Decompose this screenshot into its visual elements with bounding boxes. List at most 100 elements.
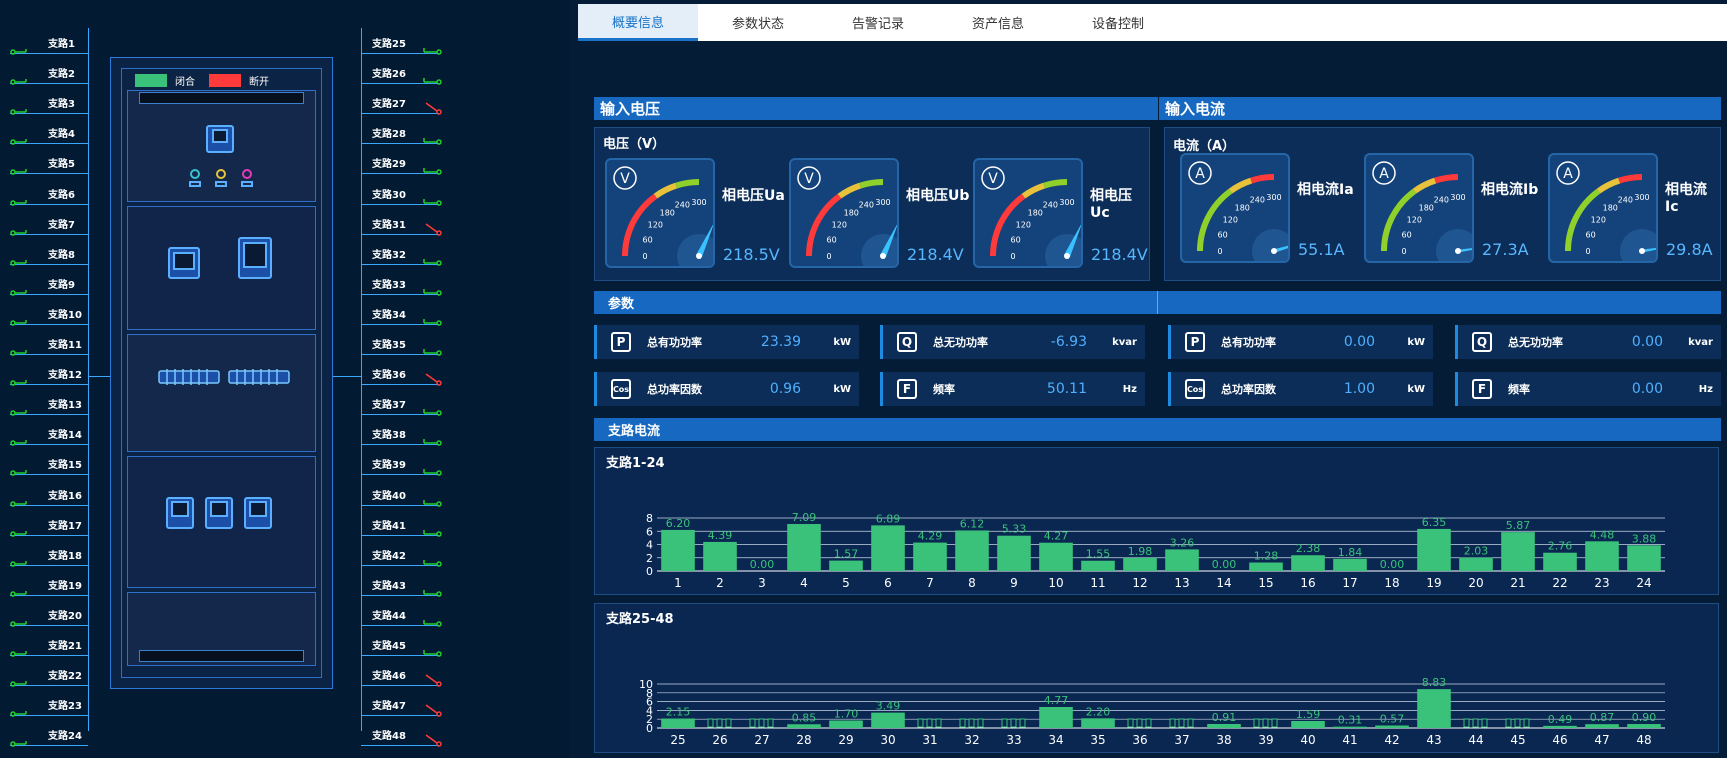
gauge-tick-label: 60 — [1586, 230, 1596, 239]
gauge-tick-label: 60 — [827, 235, 837, 244]
no-data-marker — [1253, 718, 1278, 728]
switch-closed-icon[interactable] — [420, 161, 442, 176]
param-value: 0.00 — [1631, 334, 1663, 350]
switch-open-icon[interactable] — [420, 703, 442, 717]
branch-label: 支路40 — [372, 490, 406, 502]
gauge-unit-letter: A — [1379, 166, 1389, 182]
switch-open-icon[interactable] — [420, 101, 442, 115]
breaker-strip — [158, 369, 290, 385]
branch-label: 支路30 — [372, 189, 406, 201]
switch-closed-icon[interactable] — [420, 493, 442, 507]
switch-closed-icon[interactable] — [420, 282, 442, 296]
switch-closed-icon[interactable] — [420, 553, 442, 567]
switch-closed-icon[interactable] — [420, 613, 442, 627]
switch-closed-icon[interactable] — [420, 402, 442, 416]
switch-closed-icon[interactable] — [10, 192, 32, 206]
branch-label: 支路24 — [48, 731, 82, 743]
switch-closed-icon[interactable] — [420, 131, 442, 146]
switch-closed-icon[interactable] — [10, 161, 32, 176]
gauge-tick-label: 300 — [875, 198, 890, 207]
switch-closed-icon[interactable] — [420, 192, 442, 206]
switch-closed-icon[interactable] — [10, 673, 32, 687]
branch-label: 支路17 — [48, 520, 82, 532]
switch-open-icon[interactable] — [420, 673, 442, 687]
switch-closed-icon[interactable] — [10, 643, 32, 657]
gauge-scale-arc — [837, 182, 862, 199]
switch-closed-icon[interactable] — [10, 41, 32, 55]
param-f-icon: F — [897, 379, 917, 399]
switch-closed-icon[interactable] — [10, 613, 32, 627]
switch-open-icon[interactable] — [420, 372, 442, 386]
gauge-tick-label: 180 — [660, 208, 675, 217]
param-value: -6.93 — [1050, 334, 1087, 350]
voltage-panel-title: 电压（V） — [603, 137, 666, 152]
switch-closed-icon[interactable] — [10, 282, 32, 296]
switch-closed-icon[interactable] — [10, 493, 32, 507]
x-tick-label: 8 — [968, 576, 976, 590]
switch-closed-icon[interactable] — [420, 643, 442, 657]
switch-closed-icon[interactable] — [10, 372, 32, 386]
current-gauge-value: 29.8A — [1666, 240, 1713, 259]
tab-device-control[interactable]: 设备控制 — [1058, 4, 1178, 41]
gauge-scale-arc — [859, 179, 884, 189]
switch-closed-icon[interactable] — [10, 131, 32, 146]
switch-closed-icon[interactable] — [10, 703, 32, 717]
switch-open-icon[interactable] — [420, 733, 442, 748]
switch-closed-icon[interactable] — [420, 432, 442, 447]
switch-closed-icon[interactable] — [10, 523, 32, 537]
voltage-gauge-value: 218.4V — [907, 245, 964, 264]
switch-closed-icon[interactable] — [10, 312, 32, 326]
switch-closed-icon[interactable] — [10, 553, 32, 567]
switch-open-icon[interactable] — [420, 222, 442, 236]
current-panel: 电流（A） 0 60 120 180 240 300 A 相电流Ia 55.1A 0 60 120 18… — [1164, 127, 1721, 281]
bar — [1417, 528, 1451, 571]
switch-closed-icon[interactable] — [10, 71, 32, 85]
x-tick-label: 2 — [716, 576, 724, 590]
x-tick-label: 12 — [1132, 576, 1147, 590]
switch-closed-icon[interactable] — [10, 252, 32, 266]
parameter-item: P 总有功功率 23.39 kW — [594, 325, 859, 359]
switch-closed-icon[interactable] — [420, 41, 442, 55]
bar-value-label: 0.00 — [1380, 558, 1405, 571]
bar-value-label: 3.49 — [876, 700, 901, 713]
bar — [787, 524, 821, 571]
gauge-tick-label: 0 — [1010, 252, 1015, 261]
switch-closed-icon[interactable] — [10, 733, 32, 748]
switch-closed-icon[interactable] — [10, 402, 32, 416]
switch-closed-icon[interactable] — [10, 462, 32, 477]
switch-closed-icon[interactable] — [420, 342, 442, 356]
switch-closed-icon[interactable] — [10, 342, 32, 356]
switch-closed-icon[interactable] — [10, 583, 32, 597]
switch-closed-icon[interactable] — [420, 523, 442, 537]
voltage-gauge-value: 218.5V — [723, 245, 780, 264]
gauge-tick-label: 300 — [1266, 193, 1281, 202]
bar — [1291, 721, 1325, 728]
gauge-tick-label: 120 — [832, 220, 847, 229]
no-data-marker — [1127, 718, 1152, 728]
tab-alarm-records[interactable]: 告警记录 — [818, 4, 938, 41]
x-tick-label: 13 — [1174, 576, 1189, 590]
gauge-scale-arc — [653, 182, 678, 199]
branch-label: 支路32 — [372, 249, 406, 261]
switch-closed-icon[interactable] — [420, 583, 442, 597]
switch-closed-icon[interactable] — [10, 432, 32, 447]
gauge-tick-label: 60 — [1218, 230, 1228, 239]
branch-label: 支路35 — [372, 340, 406, 351]
bar — [1585, 541, 1619, 571]
switch-closed-icon[interactable] — [420, 312, 442, 326]
switch-closed-icon[interactable] — [420, 71, 442, 85]
gauge-tick-label: 120 — [1223, 215, 1238, 224]
bar — [997, 535, 1031, 571]
bar — [913, 542, 947, 571]
bar — [1333, 558, 1367, 571]
switch-closed-icon[interactable] — [10, 222, 32, 236]
switch-closed-icon[interactable] — [420, 462, 442, 477]
switch-closed-icon[interactable] — [10, 101, 32, 115]
no-data-marker — [1505, 718, 1530, 728]
tab-parameter-status[interactable]: 参数状态 — [698, 4, 818, 41]
tab-overview[interactable]: 概要信息 — [578, 4, 698, 41]
param-unit: Hz — [1698, 383, 1713, 395]
param-value: 1.00 — [1343, 381, 1375, 397]
tab-asset-info[interactable]: 资产信息 — [938, 4, 1058, 41]
switch-closed-icon[interactable] — [420, 252, 442, 266]
